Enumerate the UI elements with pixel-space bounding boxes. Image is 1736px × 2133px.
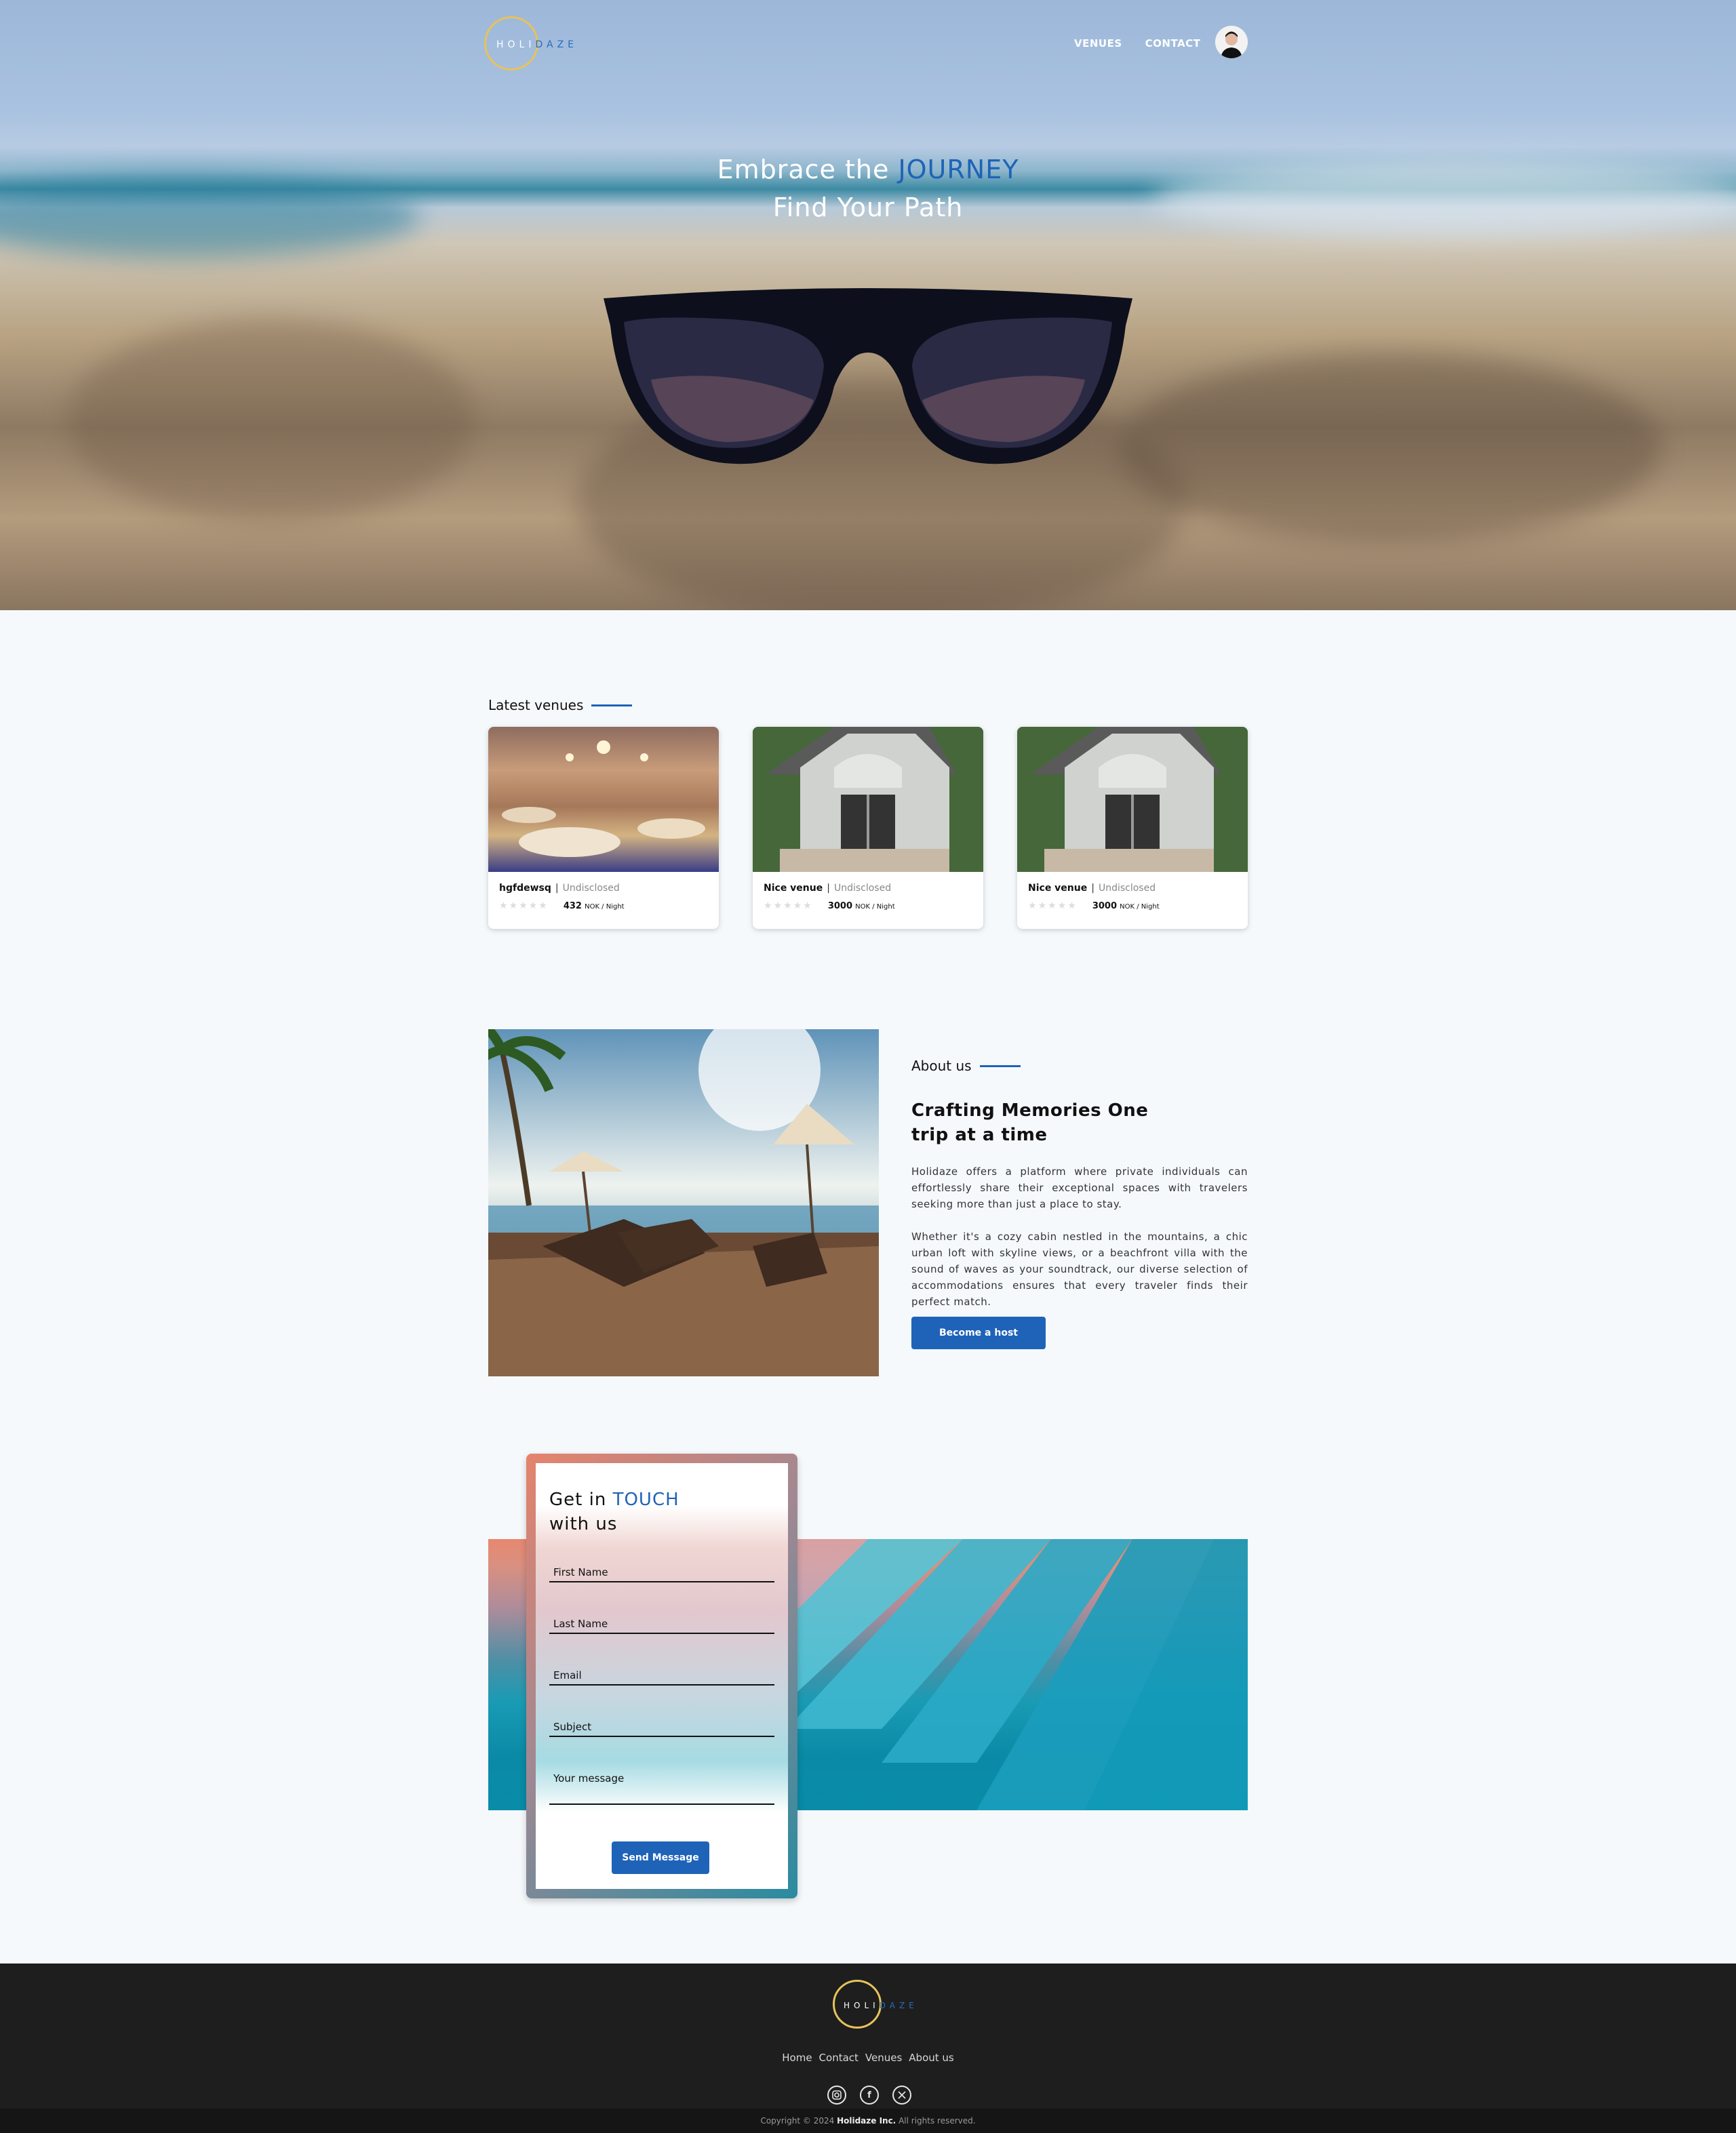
latest-venues-heading: Latest venues xyxy=(488,697,633,713)
contact-title: Get in TOUCH with us xyxy=(549,1490,679,1534)
star-icon: ★ xyxy=(764,900,772,911)
footer-nav: Home Contact Venues About us xyxy=(0,2052,1736,2064)
brand-logo[interactable]: HOLIDAZE xyxy=(484,16,574,73)
venue-name: hgfdewsq xyxy=(499,883,551,894)
star-icon: ★ xyxy=(538,900,547,911)
facebook-icon[interactable]: f xyxy=(860,2086,879,2105)
about-subheading: Crafting Memories One trip at a time xyxy=(911,1100,1149,1145)
about-paragraph-2: Whether it's a cozy cabin nestled in the… xyxy=(911,1231,1248,1308)
footer-link-home[interactable]: Home xyxy=(782,2052,812,2064)
venue-list: hgfdewsq | Undisclosed ★ ★ ★ ★ ★ 432 NOK / Nig… xyxy=(488,727,1248,929)
email-field[interactable]: Email xyxy=(549,1654,774,1686)
about-paragraph-1: Holidaze offers a platform where private… xyxy=(911,1165,1248,1210)
venue-name: Nice venue xyxy=(1028,883,1088,894)
instagram-icon[interactable] xyxy=(827,2086,846,2105)
venue-card[interactable]: Nice venue | Undisclosed ★ ★ ★ ★ ★ 3000 NOK / … xyxy=(753,727,983,929)
footer-link-about[interactable]: About us xyxy=(909,2052,953,2064)
contact-form-card: Get in TOUCH with us First Name Last Nam… xyxy=(526,1454,797,1898)
hero-tagline: Embrace the JOURNEY Find Your Path xyxy=(0,151,1736,226)
venue-name: Nice venue xyxy=(764,883,823,894)
rating-stars: ★ ★ ★ ★ ★ xyxy=(499,900,547,911)
message-field[interactable]: Your message xyxy=(549,1757,774,1805)
star-icon: ★ xyxy=(509,900,518,911)
venue-image xyxy=(488,727,719,872)
x-icon[interactable] xyxy=(892,2086,911,2105)
star-icon: ★ xyxy=(1038,900,1047,911)
social-links: f xyxy=(827,2086,911,2105)
rating-stars: ★ ★ ★ ★ ★ xyxy=(1028,900,1076,911)
sunglasses-image xyxy=(604,288,1132,464)
send-message-button[interactable]: Send Message xyxy=(612,1841,709,1874)
footer-link-venues[interactable]: Venues xyxy=(865,2052,902,2064)
hero-line-1: Embrace the JOURNEY xyxy=(717,155,1019,184)
last-name-field[interactable]: Last Name xyxy=(549,1603,774,1634)
logo-text-right: DAZE xyxy=(535,39,578,50)
star-icon: ★ xyxy=(1067,900,1076,911)
star-icon: ★ xyxy=(1048,900,1057,911)
first-name-field[interactable]: First Name xyxy=(549,1551,774,1582)
hero-line-2: Find Your Path xyxy=(772,193,964,222)
venue-price: 432 NOK / Night xyxy=(563,900,625,911)
logo-text-right: DAZE xyxy=(879,2001,918,2010)
main-nav: VENUES CONTACT xyxy=(1074,37,1200,49)
become-host-button[interactable]: Become a host xyxy=(911,1317,1046,1349)
hero-banner: HOLIDAZE VENUES CONTACT Embrace the JOUR… xyxy=(0,0,1736,610)
logo-text-left: HOLI xyxy=(496,39,536,50)
venue-location: Undisclosed xyxy=(833,883,892,894)
star-icon: ★ xyxy=(773,900,783,911)
star-icon: ★ xyxy=(528,900,538,911)
star-icon: ★ xyxy=(803,900,812,911)
logo-text-left: HOLI xyxy=(844,2001,880,2010)
venue-image xyxy=(1017,727,1248,872)
venue-card[interactable]: hgfdewsq | Undisclosed ★ ★ ★ ★ ★ 432 NOK / Nig… xyxy=(488,727,719,929)
about-image xyxy=(488,1029,879,1376)
nav-contact-link[interactable]: CONTACT xyxy=(1145,37,1201,49)
venue-card[interactable]: Nice venue | Undisclosed ★ ★ ★ ★ ★ 3000 NOK / … xyxy=(1017,727,1248,929)
star-icon: ★ xyxy=(499,900,508,911)
user-avatar[interactable] xyxy=(1215,26,1248,58)
venue-price: 3000 NOK / Night xyxy=(1092,900,1160,911)
venue-location: Undisclosed xyxy=(562,883,620,894)
star-icon: ★ xyxy=(783,900,792,911)
venue-price: 3000 NOK / Night xyxy=(827,900,895,911)
star-icon: ★ xyxy=(1028,900,1037,911)
footer-logo[interactable]: HOLIDAZE xyxy=(833,1980,928,2031)
star-icon: ★ xyxy=(1057,900,1067,911)
nav-venues-link[interactable]: VENUES xyxy=(1074,37,1122,49)
footer-link-contact[interactable]: Contact xyxy=(819,2052,859,2064)
copyright-bar: Copyright © 2024 Holidaze Inc. All right… xyxy=(0,2109,1736,2133)
star-icon: ★ xyxy=(793,900,802,911)
about-content: Crafting Memories One trip at a time Hol… xyxy=(911,1058,1248,1310)
venue-image xyxy=(753,727,983,872)
heading-underline xyxy=(591,704,633,706)
subject-field[interactable]: Subject xyxy=(549,1706,774,1737)
site-footer: HOLIDAZE Home Contact Venues About us f … xyxy=(0,1963,1736,2133)
venue-location: Undisclosed xyxy=(1098,883,1156,894)
star-icon: ★ xyxy=(519,900,528,911)
rating-stars: ★ ★ ★ ★ ★ xyxy=(764,900,812,911)
